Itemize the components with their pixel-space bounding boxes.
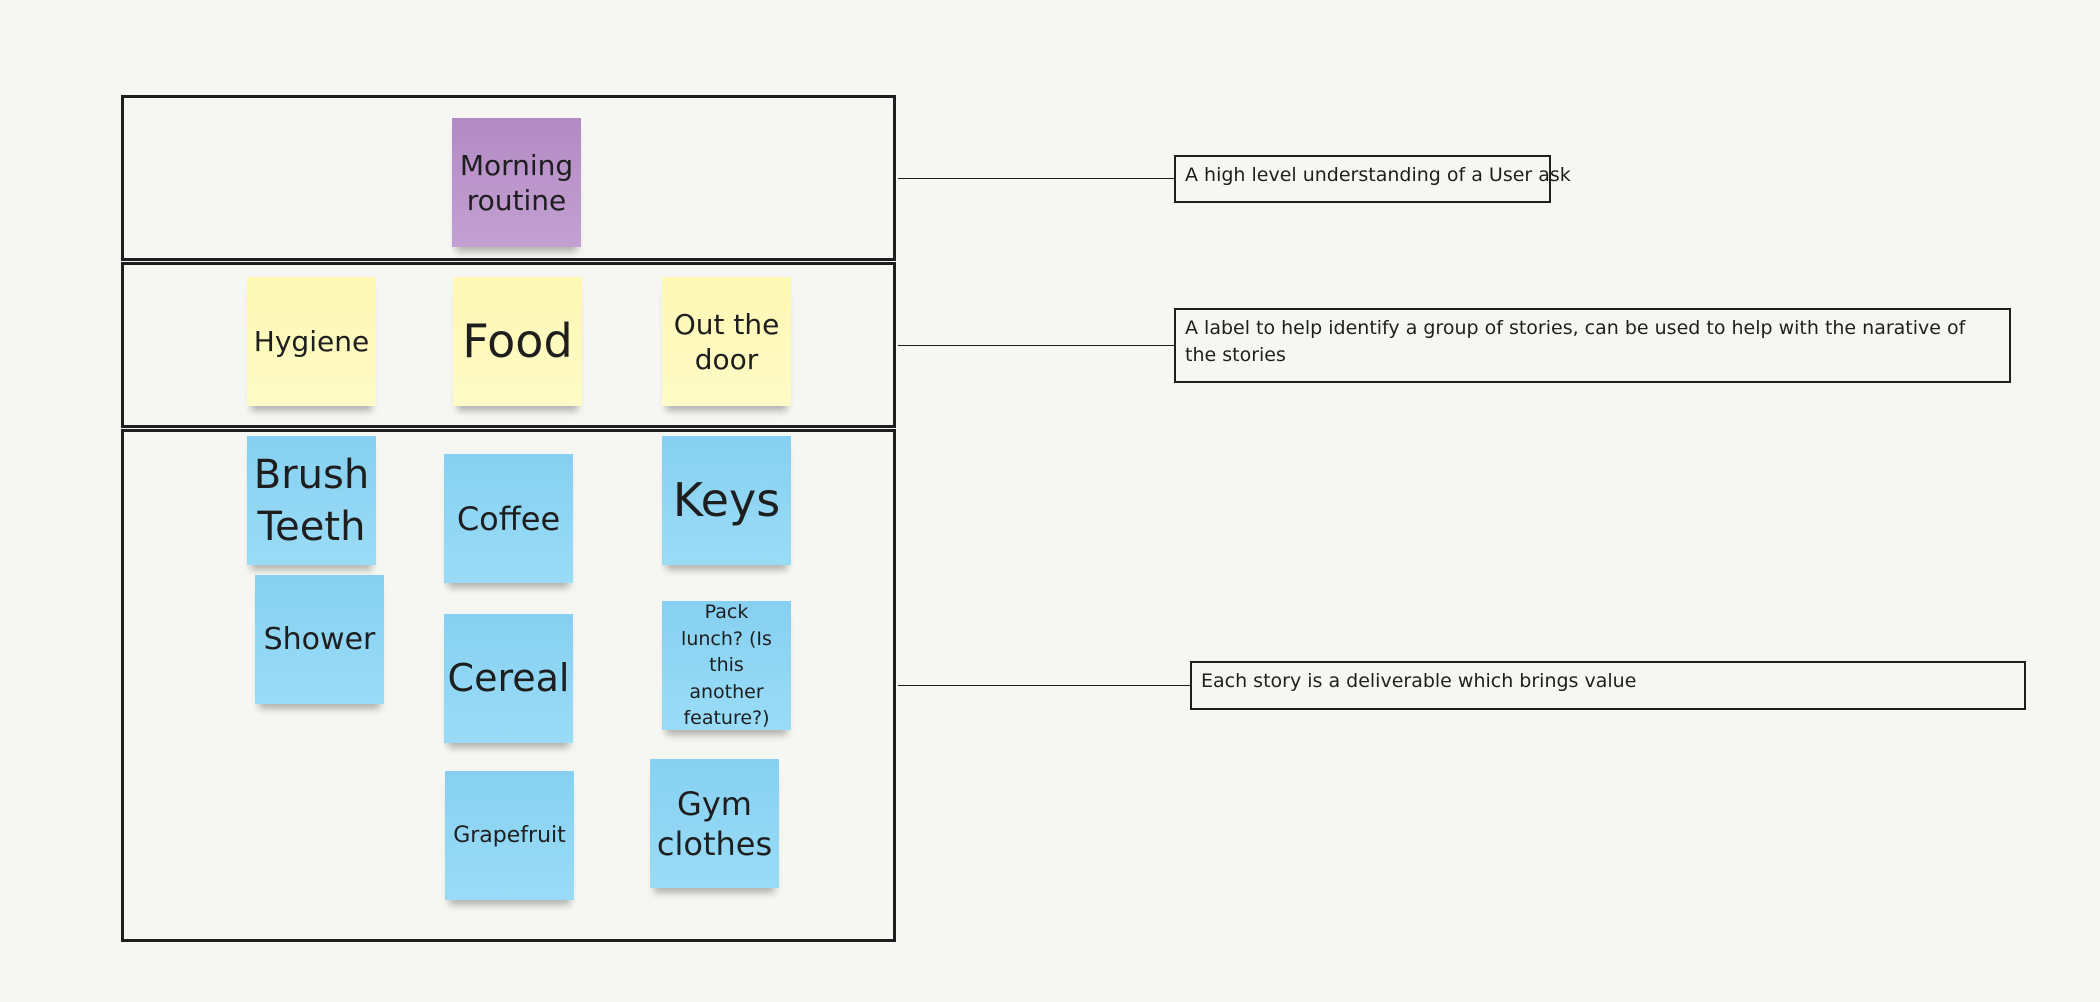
- sticky-coffee[interactable]: Coffee: [444, 454, 573, 583]
- sticky-shower[interactable]: Shower: [255, 575, 384, 704]
- sticky-cereal[interactable]: Cereal: [444, 614, 573, 743]
- description-feature: A label to help identify a group of stor…: [1174, 308, 2011, 383]
- sticky-keys[interactable]: Keys: [662, 436, 791, 565]
- sticky-brush-teeth[interactable]: Brush Teeth: [247, 436, 376, 565]
- description-text: Each story is a deliverable which brings…: [1201, 670, 1637, 692]
- description-activity: A high level understanding of a User ask: [1174, 155, 1571, 203]
- connector-activity: [898, 178, 1175, 179]
- description-text: A high level understanding of a User ask: [1185, 164, 1571, 186]
- sticky-label: Cereal: [447, 655, 570, 700]
- sticky-label: Pack lunch? (Is this another feature?): [681, 601, 772, 730]
- description-text: A label to help identify a group of stor…: [1185, 317, 1966, 366]
- sticky-pack-lunch[interactable]: Pack lunch? (Is this another feature?): [662, 601, 791, 730]
- sticky-morning-routine[interactable]: Morning routine: [452, 118, 581, 247]
- sticky-label: Out the door: [673, 307, 780, 376]
- sticky-out-the-door[interactable]: Out the door: [662, 277, 791, 406]
- sticky-hygiene[interactable]: Hygiene: [247, 277, 376, 406]
- connector-feature: [898, 345, 1175, 346]
- sticky-label: Keys: [672, 472, 781, 527]
- description-story: Each story is a deliverable which brings…: [1190, 661, 2026, 710]
- sticky-label: Shower: [263, 621, 376, 657]
- sticky-label: Morning routine: [459, 148, 574, 217]
- sticky-grapefruit[interactable]: Grapefruit: [445, 771, 574, 900]
- sticky-gym-clothes[interactable]: Gym clothes: [650, 759, 779, 888]
- sticky-label: Food: [462, 313, 573, 368]
- connector-story: [898, 685, 1191, 686]
- sticky-label: Hygiene: [253, 325, 370, 358]
- sticky-label: Grapefruit: [453, 822, 566, 848]
- sticky-label: Gym clothes: [656, 784, 773, 863]
- sticky-food[interactable]: Food: [453, 277, 582, 406]
- sticky-label: Coffee: [456, 499, 561, 538]
- sticky-label: Brush Teeth: [253, 451, 370, 550]
